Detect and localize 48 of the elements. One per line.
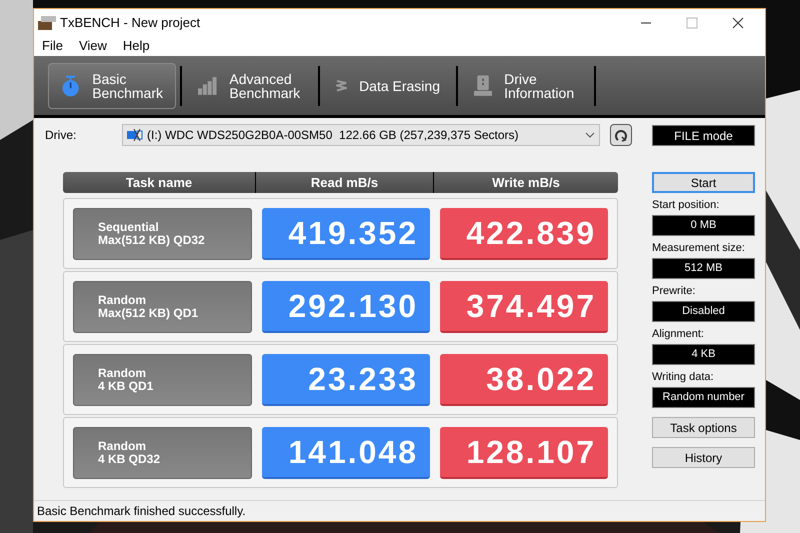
refresh-icon — [614, 128, 628, 142]
setting-label: Alignment: — [652, 327, 705, 342]
setting-label: Start position: — [652, 198, 720, 213]
column-header: Write mB/s — [492, 174, 560, 192]
setting-value: Random number — [652, 387, 755, 408]
column-header: Read mB/s — [310, 174, 378, 192]
write-speed: 128.107 — [440, 426, 608, 478]
refresh-button[interactable] — [610, 124, 632, 146]
menu-item[interactable]: File — [42, 36, 63, 56]
task-name: Sequential Max(512 KB) QD32 — [73, 208, 252, 260]
tab[interactable]: Basic Benchmark — [48, 62, 176, 108]
setting-label: Measurement size: — [652, 241, 746, 256]
setting-value: 512 MB — [652, 258, 755, 279]
drive-label: Drive: — [45, 127, 78, 144]
setting-label: Writing data: — [652, 370, 715, 385]
drive-icon — [474, 72, 492, 98]
side-button[interactable]: Task options — [652, 417, 755, 438]
setting-value: 4 KB — [652, 344, 755, 365]
menu-item[interactable]: View — [78, 36, 107, 56]
read-speed: 292.130 — [262, 280, 430, 332]
read-speed: 419.352 — [262, 208, 430, 260]
mode-display: FILE mode — [652, 125, 755, 146]
setting-label: Prewrite: — [652, 284, 696, 299]
task-name: Random 4 KB QD32 — [73, 426, 252, 478]
write-speed: 422.839 — [440, 208, 608, 260]
write-speed: 374.497 — [440, 280, 608, 332]
tab[interactable]: Advanced Benchmark — [186, 62, 314, 108]
window-title: TxBENCH - New project — [60, 14, 200, 32]
menu-item[interactable]: Help — [122, 36, 150, 56]
side-button[interactable]: History — [652, 447, 755, 468]
app-icon — [38, 16, 56, 30]
tab[interactable]: Data Erasing — [324, 62, 452, 108]
task-name: Random 4 KB QD1 — [73, 354, 252, 406]
close-icon[interactable] — [732, 16, 744, 28]
chevron-down-icon — [585, 132, 595, 138]
column-header: Task name — [126, 174, 192, 192]
drive-icon — [127, 129, 143, 141]
read-speed: 23.233 — [262, 354, 430, 406]
start-button[interactable]: Start — [652, 172, 755, 193]
setting-value: Disabled — [652, 301, 755, 322]
task-name: Random Max(512 KB) QD1 — [73, 280, 252, 332]
bar-chart-icon — [198, 74, 218, 96]
status-text: Basic Benchmark finished successfully. — [37, 503, 246, 520]
write-speed: 38.022 — [440, 354, 608, 406]
setting-value: 0 MB — [652, 215, 755, 236]
read-speed: 141.048 — [262, 426, 430, 478]
drive-dropdown[interactable]: (I:) WDC WDS250G2B0A-00SM50 122.66 GB (257,239,375 Sectors) — [122, 124, 600, 146]
tab[interactable]: Drive Information — [462, 62, 590, 108]
